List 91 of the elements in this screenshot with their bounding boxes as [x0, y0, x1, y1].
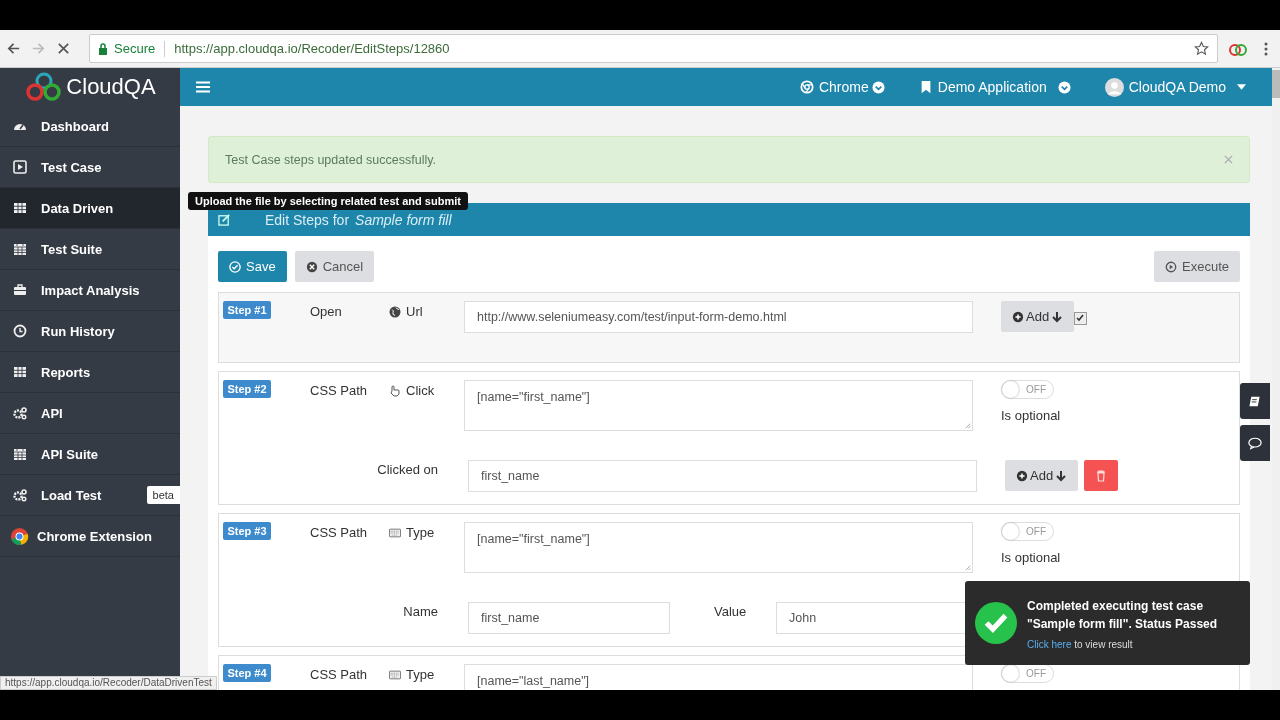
check-circle-icon [1057, 80, 1071, 94]
locator-label: Open [310, 303, 343, 319]
table-icon [13, 365, 27, 379]
stop-icon[interactable] [56, 41, 71, 56]
checkbox[interactable] [1074, 311, 1088, 325]
test-name: Sample form fill [355, 211, 452, 228]
sidebar-item[interactable]: Chrome Extension [0, 516, 180, 557]
keyboard-icon [389, 668, 401, 681]
selector-field[interactable]: [name="first_name"] [464, 522, 973, 573]
field-label: Name [402, 603, 439, 619]
chrome-icon [10, 526, 29, 546]
toast-message: Completed executing test case "Sample form fill". Status Passed [1027, 597, 1219, 633]
menu-icon[interactable] [1264, 40, 1268, 57]
step-badge: Step #2 [223, 380, 271, 398]
close-circle-icon [305, 260, 318, 273]
action-label: Type [406, 525, 435, 540]
action-label: Type [406, 667, 435, 682]
execute-button[interactable]: Execute [1154, 251, 1240, 282]
globe-icon [389, 305, 401, 318]
panel-title: Edit Steps for [265, 211, 350, 228]
locator-label: CSS Path [310, 666, 369, 682]
arrow-down-icon [1055, 469, 1068, 482]
guide-tab[interactable] [1240, 383, 1270, 419]
add-button[interactable]: Add [1005, 460, 1079, 491]
play-circle-icon [1165, 260, 1177, 273]
user-menu[interactable]: CloudQA Demo [1104, 77, 1246, 97]
field-label: Clicked on [376, 461, 439, 477]
back-icon[interactable] [6, 41, 21, 56]
secure-label: Secure [114, 41, 156, 56]
chrome-icon [799, 80, 814, 94]
optional-label: Is optional [1001, 408, 1061, 423]
table-icon [13, 201, 27, 215]
step-badge: Step #4 [223, 664, 271, 682]
beta-badge: beta [146, 486, 180, 504]
resize-grip-icon[interactable] [964, 422, 971, 429]
optional-label: Is optional [1001, 550, 1061, 565]
calendar-icon [13, 447, 27, 461]
alert-message: Test Case steps updated successfully. [225, 152, 437, 167]
caret-icon [1237, 84, 1246, 90]
sidebar-item[interactable]: Data Driven [0, 188, 180, 229]
address-bar[interactable]: Secure https://app.cloudqa.io/Recoder/EditSteps/12860 [89, 34, 1218, 63]
hand-pointer-icon [389, 384, 401, 397]
browser-selector[interactable]: Chrome [799, 79, 885, 95]
brand-name: CloudQA [66, 74, 156, 100]
selector-field[interactable]: [name="last_name"] [464, 664, 973, 690]
view-result-link[interactable]: Click here [1027, 638, 1072, 650]
action-label: Url [406, 304, 423, 319]
edit-icon [218, 213, 231, 226]
step-badge: Step #3 [223, 522, 271, 540]
plus-circle-icon [1012, 310, 1024, 323]
extension-icon[interactable] [1228, 41, 1248, 56]
plus-circle-icon [1016, 469, 1028, 482]
star-icon[interactable] [1194, 41, 1209, 56]
success-check-icon [975, 602, 1017, 644]
arrow-down-icon [1051, 310, 1064, 323]
cancel-button[interactable]: Cancel [294, 251, 375, 282]
selector-field[interactable]: [name="first_name"] [464, 380, 973, 431]
clicked-on-field[interactable]: first_name [468, 460, 977, 492]
keyboard-icon [389, 526, 401, 539]
chat-icon [1248, 436, 1262, 450]
action-label: Click [406, 383, 435, 398]
calendar-icon [13, 242, 27, 256]
play-square-icon [13, 160, 27, 174]
avatar-icon [1104, 77, 1124, 97]
name-field[interactable]: first_name [468, 602, 670, 634]
check-circle-icon [871, 80, 885, 94]
gears-icon [13, 488, 27, 502]
trash-icon [1095, 469, 1108, 482]
locator-label: CSS Path [310, 524, 369, 540]
clock-icon [13, 324, 27, 338]
tooltip: Upload the file by selecting related test and submit [188, 192, 468, 210]
check-circle-icon [229, 260, 241, 273]
application-selector[interactable]: Demo Application [918, 79, 1071, 95]
resize-grip-icon[interactable] [964, 564, 971, 571]
gears-icon [13, 406, 27, 420]
save-button[interactable]: Save [218, 251, 287, 282]
step-badge: Step #1 [223, 301, 271, 319]
toast-caption: to view result [1074, 638, 1133, 650]
add-button[interactable]: Add [1001, 301, 1075, 332]
url-text: https://app.cloudqa.io/Recoder/EditSteps/12860 [174, 41, 451, 56]
lock-icon [98, 42, 108, 55]
locator-label: CSS Path [310, 382, 369, 398]
chat-tab[interactable] [1240, 425, 1270, 461]
sidebar-item[interactable]: Load Test beta [0, 475, 180, 516]
menu-icon[interactable] [196, 81, 210, 93]
status-url: https://app.cloudqa.io/Recoder/DataDrivenTest [0, 676, 217, 690]
briefcase-icon [13, 283, 27, 297]
delete-button[interactable] [1084, 460, 1119, 491]
field-label: Value [713, 603, 748, 619]
url-field[interactable]: http://www.seleniumeasy.com/test/input-form-demo.html [464, 301, 973, 333]
book-icon [1248, 394, 1262, 408]
